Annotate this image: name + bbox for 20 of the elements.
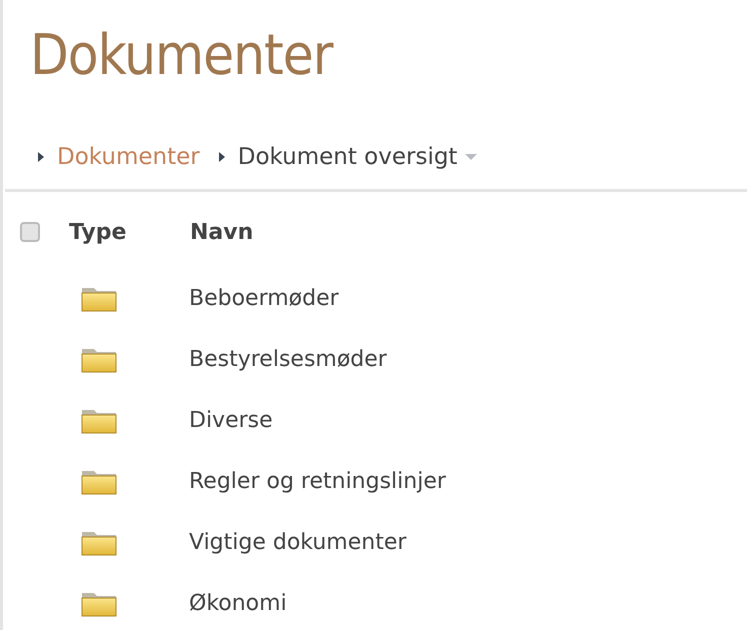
folder-icon [81, 530, 117, 556]
folder-name[interactable]: Regler og retningslinjer [189, 469, 446, 494]
folder-name[interactable]: Økonomi [189, 591, 287, 616]
folder-name[interactable]: Beboermøder [189, 286, 339, 311]
column-header[interactable]: Type [69, 220, 190, 244]
page-title: Dokumenter [29, 22, 334, 90]
breadcrumb-current[interactable]: Dokument oversigt [238, 144, 458, 170]
folder-name[interactable]: Vigtige dokumenter [189, 530, 406, 555]
select-all-checkbox[interactable] [20, 222, 40, 242]
folder-icon [81, 286, 117, 312]
folder-name[interactable]: Bestyrelsesmøder [189, 347, 387, 372]
caret-right-icon [218, 151, 226, 163]
folder-icon [81, 468, 117, 494]
caret-right-icon [37, 151, 45, 163]
folder-icon [81, 408, 117, 434]
folder-name[interactable]: Diverse [189, 408, 273, 433]
folder-icon [81, 590, 117, 616]
folder-icon [81, 346, 117, 372]
column-header[interactable]: Navn [190, 220, 254, 244]
dropdown-caret-icon [465, 154, 478, 160]
